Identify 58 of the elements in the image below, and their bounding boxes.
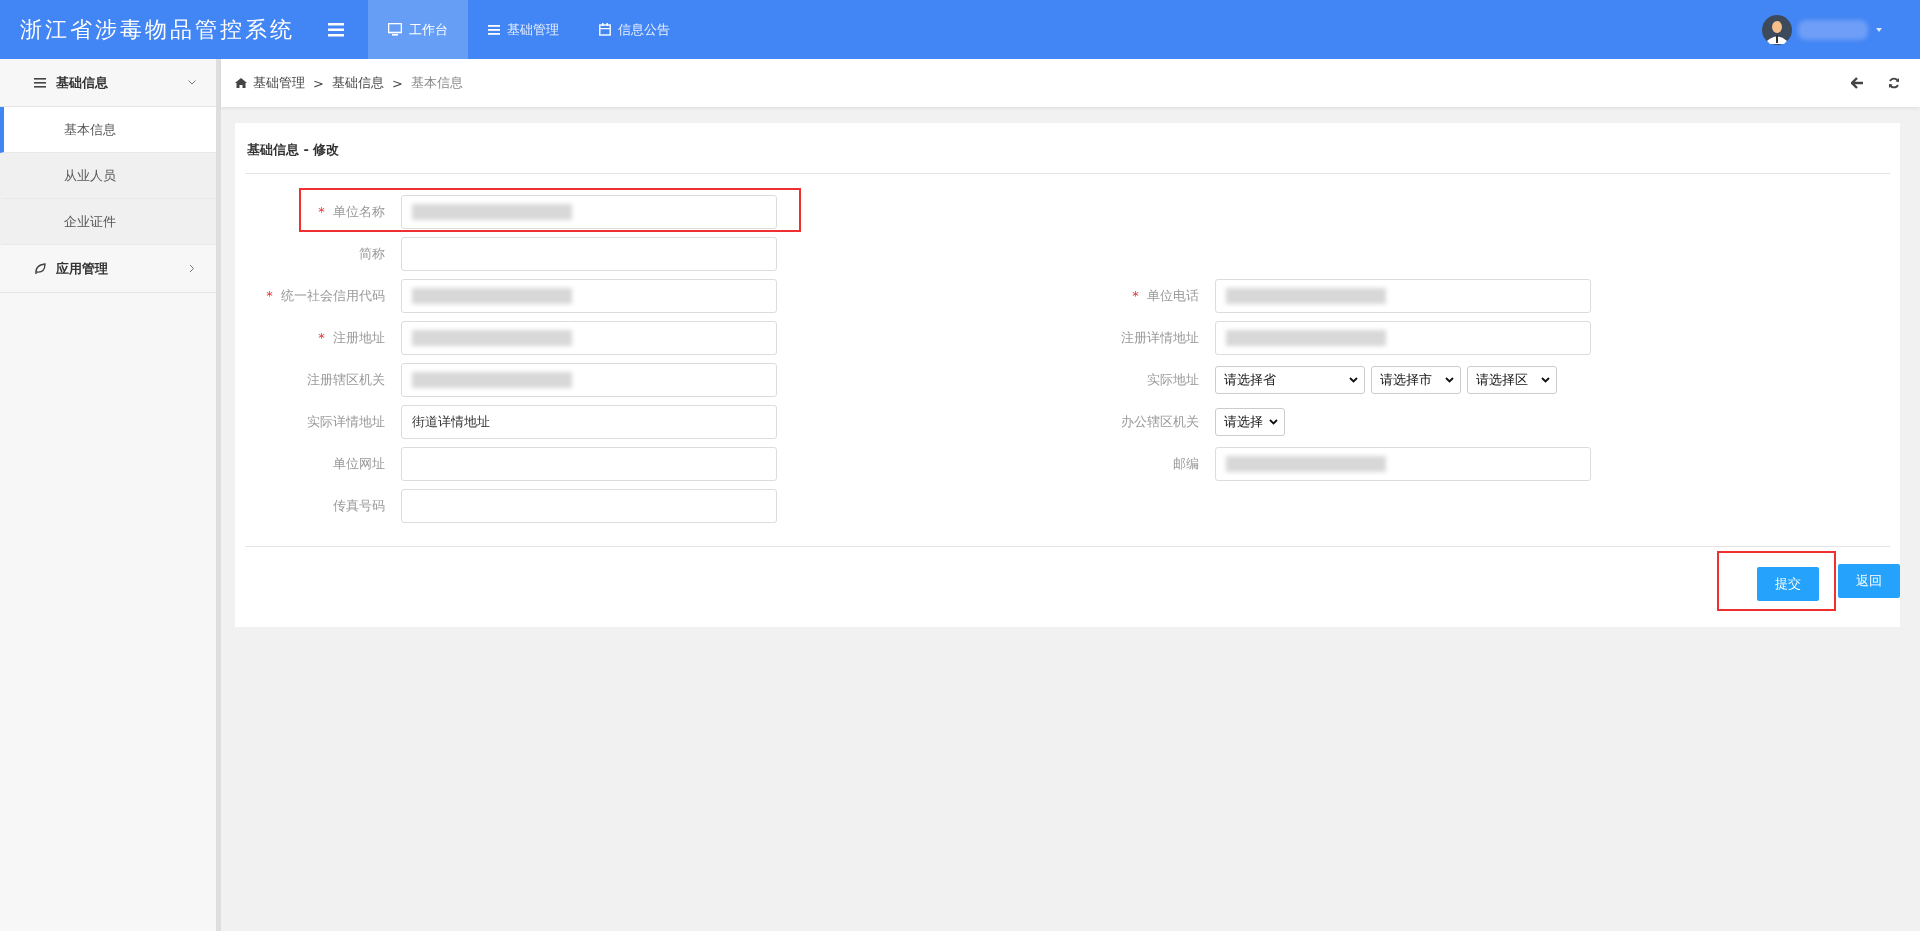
input-field[interactable] bbox=[401, 321, 777, 355]
list-icon bbox=[488, 24, 500, 35]
field-label: 实际详情地址 bbox=[307, 414, 385, 429]
required-mark: * bbox=[1132, 288, 1139, 303]
home-icon[interactable] bbox=[235, 78, 247, 88]
breadcrumb-separator: > bbox=[391, 75, 403, 91]
refresh-icon[interactable] bbox=[1888, 77, 1900, 89]
chevron-icon bbox=[188, 80, 196, 85]
dropdown[interactable]: 请选择 bbox=[1215, 408, 1285, 436]
field-label: 注册地址 bbox=[333, 330, 385, 345]
required-mark: * bbox=[318, 330, 325, 345]
card-title: 基础信息 - 修改 bbox=[246, 141, 341, 159]
field-label: 注册辖区机关 bbox=[307, 372, 385, 387]
leaf-icon bbox=[34, 262, 46, 275]
field-label: 单位名称 bbox=[333, 204, 385, 219]
field-label: 单位网址 bbox=[333, 456, 385, 471]
breadcrumb-link[interactable]: 基础管理 bbox=[253, 74, 305, 92]
menu-icon[interactable] bbox=[328, 22, 344, 37]
required-mark: * bbox=[318, 204, 325, 219]
field-label: 单位电话 bbox=[1147, 288, 1199, 303]
input-field[interactable] bbox=[1215, 279, 1591, 313]
input-field[interactable] bbox=[1215, 447, 1591, 481]
breadcrumb-separator: > bbox=[313, 75, 324, 91]
input-field[interactable] bbox=[401, 489, 777, 523]
back-arrow-icon[interactable] bbox=[1851, 77, 1864, 89]
field-label: 简称 bbox=[359, 246, 385, 261]
input-field[interactable] bbox=[401, 279, 777, 313]
sidebar-item[interactable]: 从业人员 bbox=[0, 153, 216, 199]
dropdown[interactable]: 请选择市 bbox=[1371, 366, 1461, 394]
field-label: 邮编 bbox=[1173, 456, 1199, 471]
input-field[interactable]: 街道详情地址 bbox=[401, 405, 777, 439]
chevron-icon bbox=[1269, 419, 1278, 425]
sidebar-item[interactable]: 企业证件 bbox=[0, 199, 216, 245]
field-label: 注册详情地址 bbox=[1121, 330, 1199, 345]
input-field[interactable] bbox=[1215, 321, 1591, 355]
field-label: 传真号码 bbox=[333, 498, 385, 513]
avatar-icon[interactable] bbox=[1762, 14, 1792, 45]
input-field[interactable] bbox=[401, 237, 777, 271]
field-label: 办公辖区机关 bbox=[1121, 414, 1199, 429]
chevron-icon bbox=[1349, 377, 1358, 383]
redacted-user-name[interactable] bbox=[1798, 19, 1868, 40]
chevron-icon bbox=[1445, 377, 1454, 383]
chevron-icon bbox=[189, 264, 195, 273]
input-field[interactable] bbox=[401, 195, 777, 229]
sidebar-item[interactable]: 基本信息 bbox=[0, 107, 216, 153]
input-field[interactable] bbox=[401, 447, 777, 481]
breadcrumb-link[interactable]: 基础信息 bbox=[331, 74, 384, 92]
required-mark: * bbox=[266, 288, 273, 303]
list-icon bbox=[34, 77, 46, 88]
field-label: 实际地址 bbox=[1147, 372, 1199, 387]
dropdown[interactable]: 请选择区 bbox=[1467, 366, 1557, 394]
dropdown[interactable]: 请选择省 bbox=[1215, 366, 1365, 394]
caret-icon[interactable] bbox=[1876, 27, 1882, 32]
input-field[interactable] bbox=[401, 363, 777, 397]
app-title: 浙江省涉毒物品管控系统 bbox=[19, 15, 296, 44]
monitor-icon bbox=[388, 23, 402, 36]
chevron-icon bbox=[1541, 377, 1550, 383]
calendar-icon bbox=[599, 23, 611, 36]
